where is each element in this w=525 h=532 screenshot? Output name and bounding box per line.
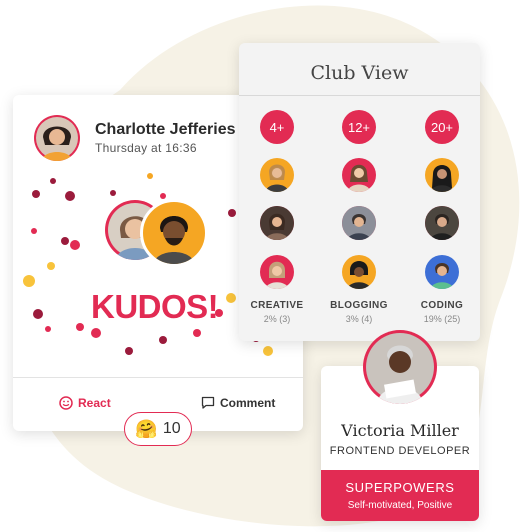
creative-club-label[interactable]: CREATIVE: [237, 300, 317, 311]
post-timestamp: Thursday at 16:36: [95, 141, 197, 155]
reaction-count: 10: [162, 420, 181, 437]
comment-button[interactable]: Comment: [201, 396, 275, 410]
profile-name[interactable]: Victoria Miller: [321, 421, 479, 440]
author-name[interactable]: Charlotte Jefferies: [95, 121, 236, 139]
blogging-club-label[interactable]: BLOGGING: [319, 300, 399, 311]
react-button[interactable]: React: [59, 396, 111, 410]
profile-avatar[interactable]: [363, 330, 437, 404]
profile-role: FRONTEND DEVELOPER: [329, 445, 471, 457]
member-avatar[interactable]: [260, 206, 294, 240]
creative-club-stat: 2% (3): [263, 314, 291, 324]
comment-icon: [201, 396, 215, 409]
blogging-club-stat: 3% (4): [345, 314, 373, 324]
member-avatar[interactable]: [425, 206, 459, 240]
superpowers-values: Self-motivated, Positive: [347, 500, 453, 511]
kudos-label: KUDOS!: [91, 288, 219, 325]
kudos-sender-avatar[interactable]: [140, 199, 208, 267]
superpowers-box: SUPERPOWERS Self-motivated, Positive: [321, 470, 479, 521]
coding-club-stat: 19% (25): [423, 314, 461, 324]
react-label: React: [78, 396, 111, 410]
member-avatar[interactable]: [342, 158, 376, 192]
comment-label: Comment: [220, 396, 276, 410]
coding-club-label[interactable]: CODING: [402, 300, 482, 311]
member-avatar[interactable]: [260, 255, 294, 289]
club-view-title: Club View: [310, 62, 409, 84]
member-avatar[interactable]: [425, 255, 459, 289]
superpowers-title: SUPERPOWERS: [345, 480, 455, 495]
member-avatar[interactable]: [342, 255, 376, 289]
coding-count-badge[interactable]: 20+: [425, 110, 459, 144]
member-avatar[interactable]: [425, 158, 459, 192]
card-divider: [13, 377, 303, 378]
club-view-card: Club View 4+ 12+ 20+ CREATIVE 2% (3) BLO…: [239, 43, 480, 341]
reaction-count-badge[interactable]: 🤗 10: [124, 412, 192, 446]
hugging-emoji-icon: 🤗: [135, 418, 158, 439]
member-avatar[interactable]: [260, 158, 294, 192]
club-view-divider: [239, 95, 480, 96]
smile-icon: [59, 396, 73, 410]
creative-count-badge[interactable]: 4+: [260, 110, 294, 144]
author-avatar[interactable]: [34, 115, 80, 161]
blogging-count-badge[interactable]: 12+: [342, 110, 376, 144]
member-avatar[interactable]: [342, 206, 376, 240]
